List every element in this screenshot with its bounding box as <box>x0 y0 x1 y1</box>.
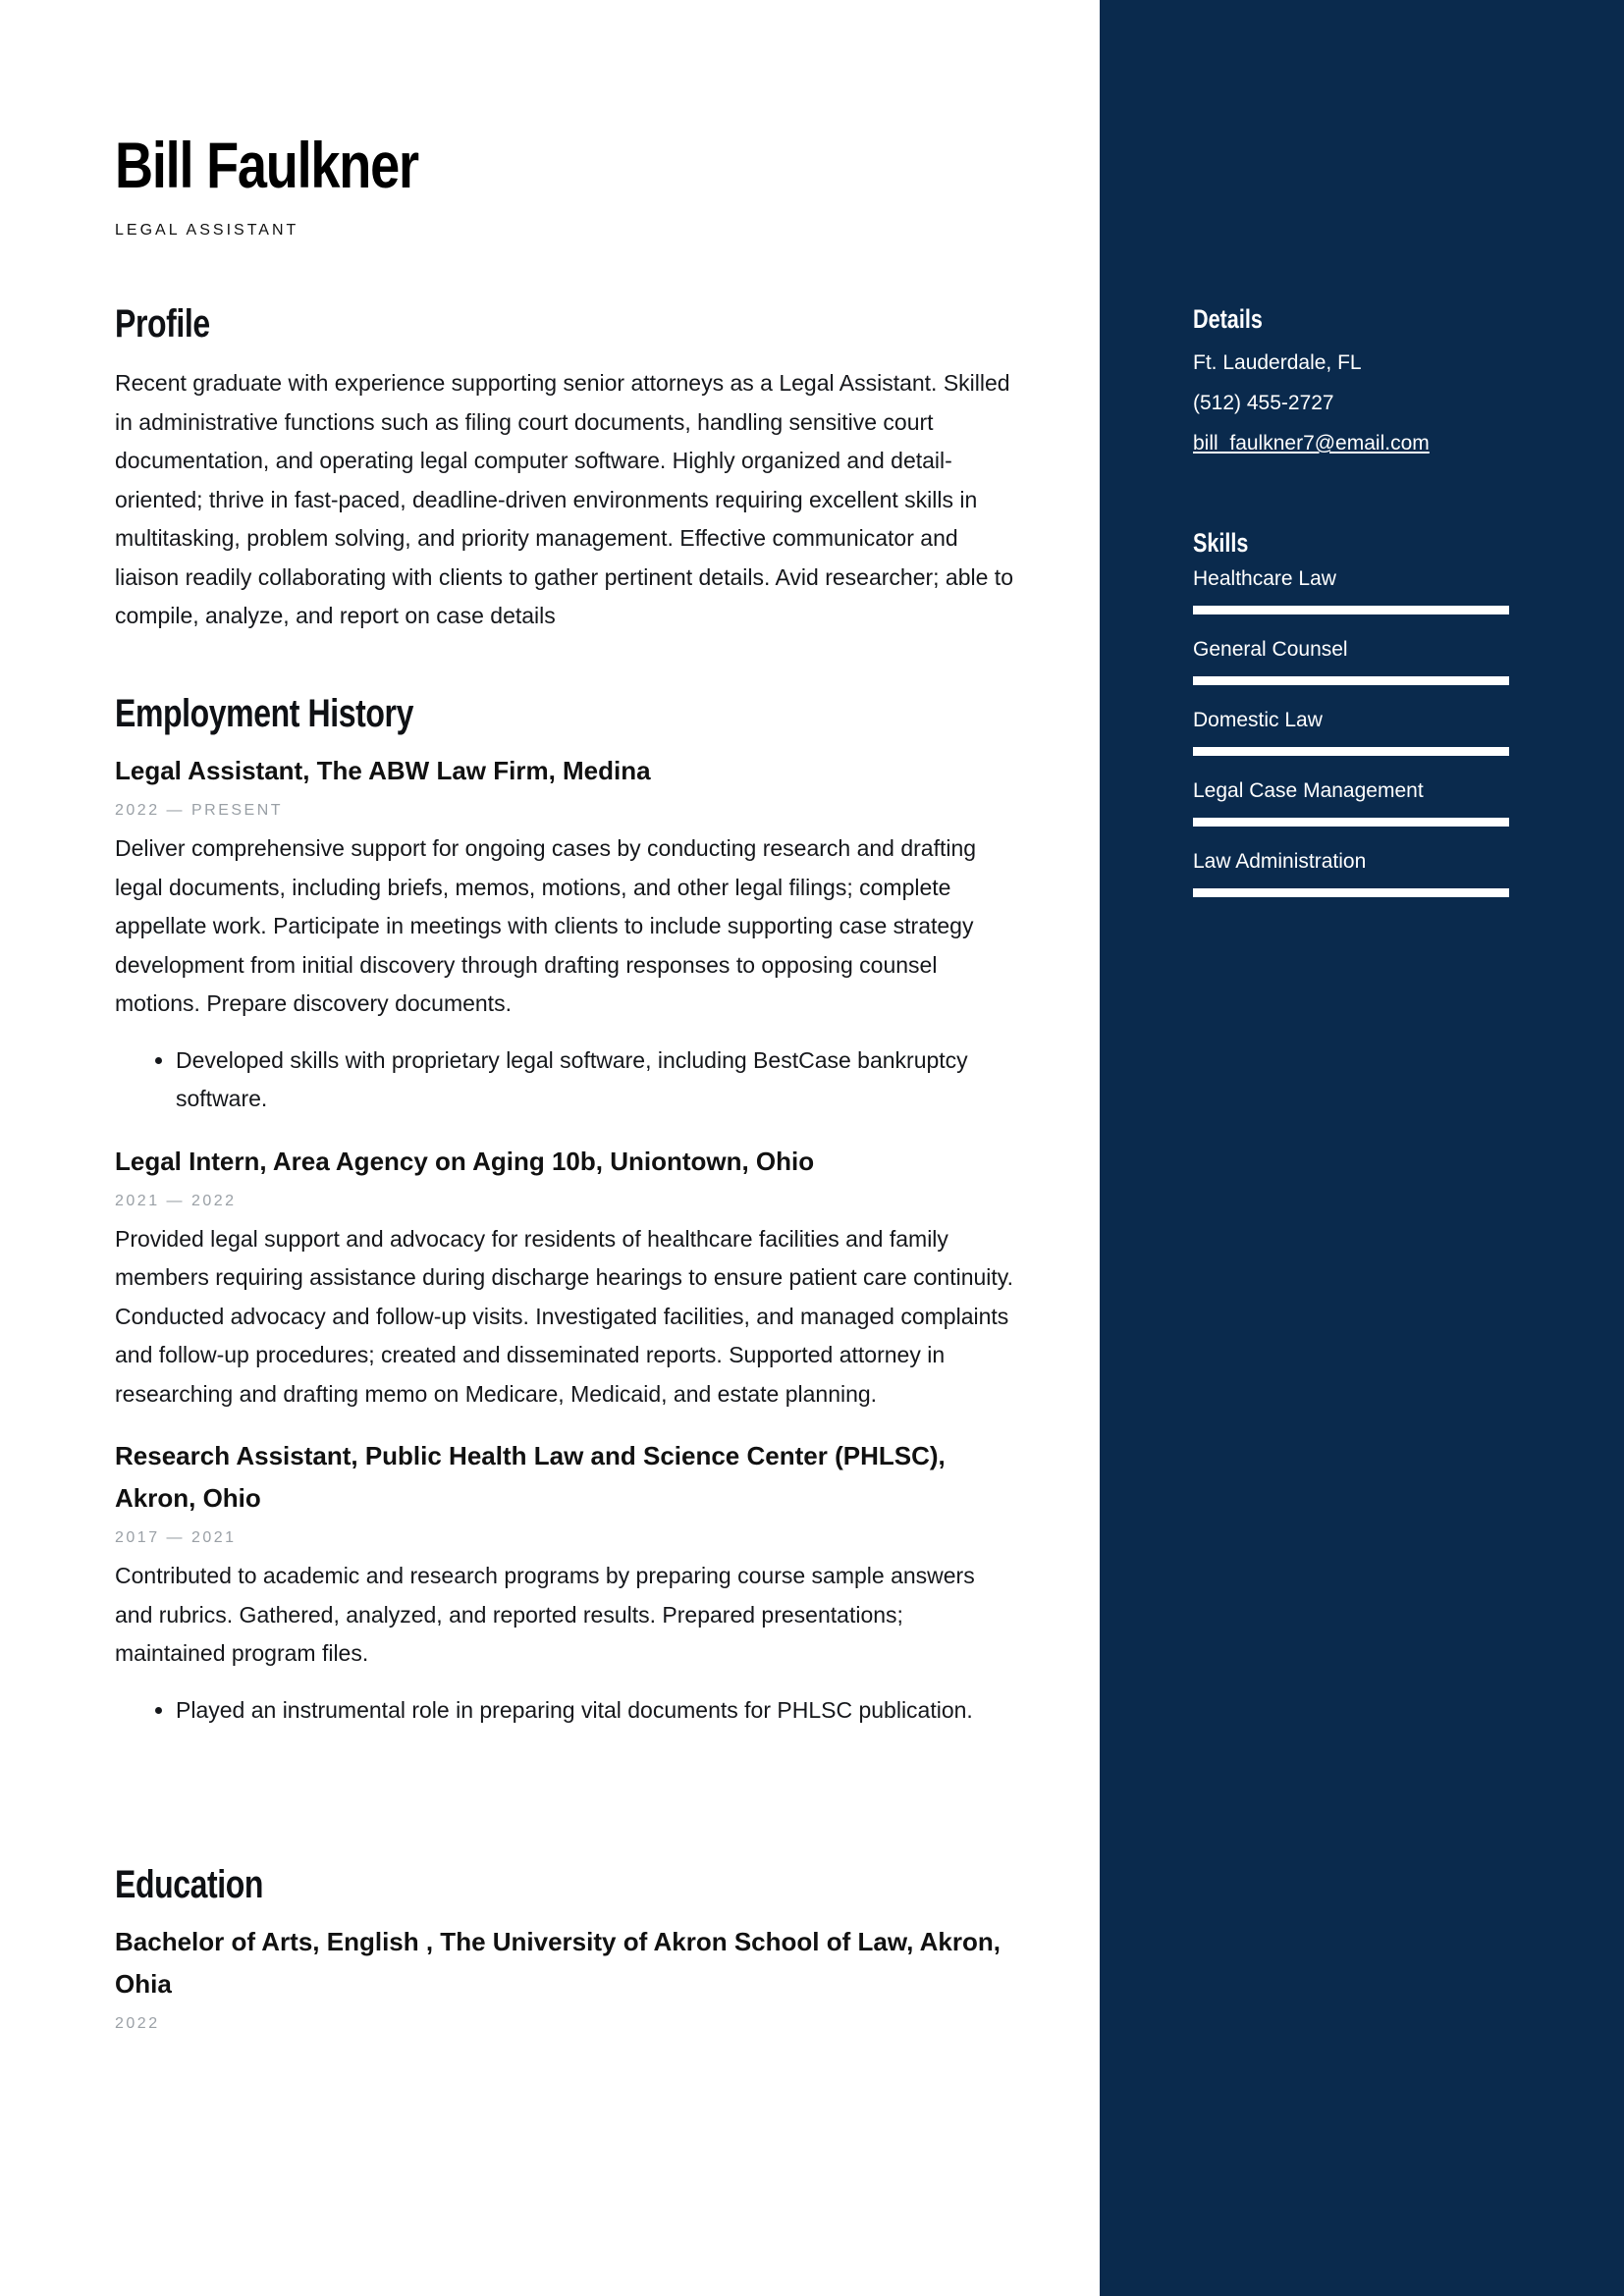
entry-title: Research Assistant, Public Health Law an… <box>115 1441 946 1513</box>
candidate-job-title: LEGAL ASSISTANT <box>115 222 299 239</box>
entry-date: 2021 — 2022 <box>115 1192 237 1209</box>
bullet-item: Played an instrumental role in preparing… <box>176 1691 1018 1731</box>
skill-bar <box>1193 747 1509 756</box>
entry-description: Deliver comprehensive support for ongoin… <box>115 835 977 1016</box>
skill-label: Law Administration <box>1193 850 1367 873</box>
bullet-item: Developed skills with proprietary legal … <box>176 1041 1018 1119</box>
skill-item: General Counsel <box>1193 635 1509 685</box>
skill-label: Healthcare Law <box>1193 567 1336 590</box>
skills-section: Skills Healthcare Law General Counsel Do… <box>1193 528 1509 918</box>
sidebar: Details Ft. Lauderdale, FL (512) 455-272… <box>1100 0 1624 2296</box>
skill-label: Legal Case Management <box>1193 779 1424 802</box>
profile-section: Profile Recent graduate with experience … <box>115 302 1018 636</box>
details-section: Details Ft. Lauderdale, FL (512) 455-272… <box>1193 304 1509 463</box>
entry-date: 2022 <box>115 2015 160 2032</box>
employment-section: Employment History Legal Assistant, The … <box>115 692 1018 1730</box>
skill-bar-fill <box>1193 888 1509 897</box>
skill-bar-fill <box>1193 818 1509 827</box>
phone-text: (512) 455-2727 <box>1193 392 1334 414</box>
education-heading: Education <box>115 1863 264 1906</box>
entry-date: 2017 — 2021 <box>115 1529 237 1546</box>
education-entry: Bachelor of Arts, English , The Universi… <box>115 1921 1018 2033</box>
profile-heading: Profile <box>115 302 210 346</box>
skill-bar <box>1193 676 1509 685</box>
skill-bar <box>1193 818 1509 827</box>
entry-bullets: Played an instrumental role in preparing… <box>115 1691 1018 1731</box>
skill-item: Law Administration <box>1193 847 1509 897</box>
entry-title: Legal Intern, Area Agency on Aging 10b, … <box>115 1146 815 1176</box>
entry-date: 2022 — PRESENT <box>115 802 284 819</box>
entry-bullets: Developed skills with proprietary legal … <box>115 1041 1018 1119</box>
entry-description: Contributed to academic and research pro… <box>115 1563 975 1666</box>
details-heading: Details <box>1193 304 1263 334</box>
entry-title: Legal Assistant, The ABW Law Firm, Medin… <box>115 756 651 785</box>
candidate-name: Bill Faulkner <box>115 129 419 201</box>
skill-bar <box>1193 888 1509 897</box>
skill-item: Legal Case Management <box>1193 776 1509 827</box>
skill-label: General Counsel <box>1193 638 1348 661</box>
employment-entry: Legal Assistant, The ABW Law Firm, Medin… <box>115 750 1018 1119</box>
skill-bar-fill <box>1193 606 1509 614</box>
skill-bar-fill <box>1193 747 1509 756</box>
skills-heading: Skills <box>1193 528 1249 558</box>
email-link[interactable]: bill_faulkner7@email.com <box>1193 432 1430 454</box>
employment-entry: Research Assistant, Public Health Law an… <box>115 1435 1018 1730</box>
skill-bar-fill <box>1193 676 1509 685</box>
location-text: Ft. Lauderdale, FL <box>1193 351 1362 374</box>
employment-heading: Employment History <box>115 692 413 735</box>
employment-entry: Legal Intern, Area Agency on Aging 10b, … <box>115 1141 1018 1415</box>
skill-item: Domestic Law <box>1193 706 1509 756</box>
skill-item: Healthcare Law <box>1193 564 1509 614</box>
skills-list: Healthcare Law General Counsel Domestic … <box>1193 564 1509 897</box>
entry-description: Provided legal support and advocacy for … <box>115 1225 1013 1407</box>
skill-label: Domestic Law <box>1193 709 1323 731</box>
entry-title: Bachelor of Arts, English , The Universi… <box>115 1927 1001 1999</box>
skill-bar <box>1193 606 1509 614</box>
profile-text: Recent graduate with experience supporti… <box>115 370 1013 628</box>
education-section: Education Bachelor of Arts, English , Th… <box>115 1863 1018 2043</box>
